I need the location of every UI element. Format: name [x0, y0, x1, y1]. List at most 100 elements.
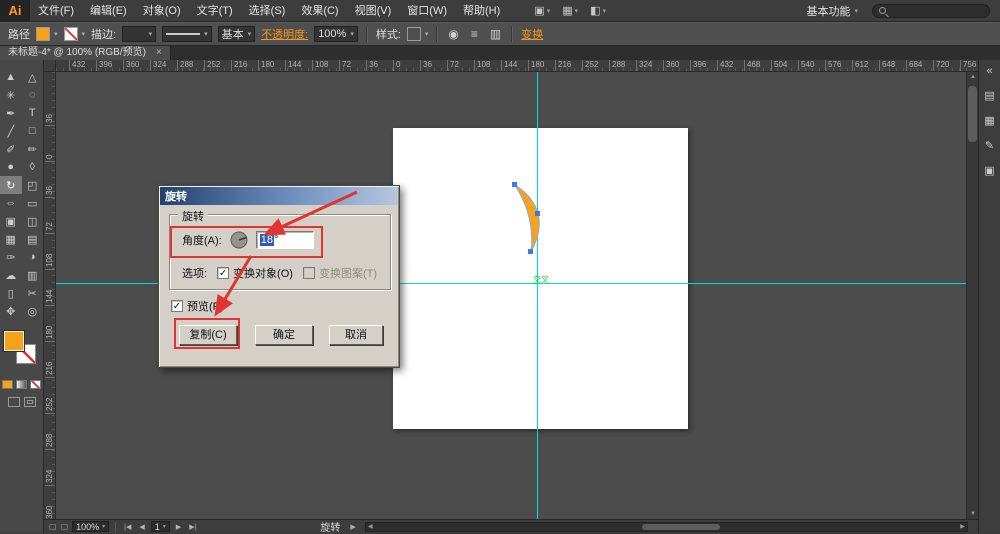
color-panel-icon[interactable]: ▤: [984, 90, 994, 102]
vertical-scroll-thumb[interactable]: [968, 86, 977, 142]
status-panel-icon-1[interactable]: ▢: [49, 522, 57, 531]
gradient-tool[interactable]: ▤: [22, 230, 44, 248]
transform-pattern-checkbox[interactable]: 变换图案(T): [303, 265, 377, 281]
screen-mode-icon[interactable]: ◧: [590, 4, 606, 17]
horizontal-scroll-thumb[interactable]: [642, 524, 720, 530]
menu-item[interactable]: 帮助(H): [455, 0, 508, 22]
draw-normal-button[interactable]: [8, 397, 20, 407]
gradient-mode-button[interactable]: [16, 380, 27, 389]
paintbrush-tool[interactable]: ✐: [0, 140, 22, 158]
checkbox-icon[interactable]: ✓: [217, 267, 229, 279]
perspective-grid-tool[interactable]: ◫: [22, 212, 44, 230]
angle-input[interactable]: 18 °: [256, 231, 314, 249]
layers-panel-icon[interactable]: ▣: [984, 165, 994, 177]
last-artboard-button[interactable]: ▶|: [187, 523, 198, 531]
preview-checkbox[interactable]: ✓ 预览(P): [171, 298, 224, 314]
stroke-width-field[interactable]: ▾: [122, 26, 156, 42]
pen-tool[interactable]: ✒: [0, 104, 22, 122]
close-tab-icon[interactable]: ×: [156, 48, 162, 58]
menu-item[interactable]: 窗口(W): [399, 0, 455, 22]
copy-button[interactable]: 复制(C): [179, 325, 237, 345]
eraser-tool[interactable]: ◊: [22, 158, 44, 176]
menu-item[interactable]: 效果(C): [293, 0, 346, 22]
symbol-sprayer-tool[interactable]: ☁: [0, 266, 22, 284]
blob-brush-tool[interactable]: ●: [0, 158, 22, 176]
opacity-label[interactable]: 不透明度:: [261, 26, 308, 42]
hand-tool[interactable]: ✥: [0, 302, 22, 320]
vertical-scrollbar[interactable]: ▲ ▼: [966, 72, 978, 519]
blend-tool[interactable]: ◑: [22, 248, 44, 266]
type-tool[interactable]: T: [22, 104, 44, 122]
selection-tool[interactable]: ▲: [0, 68, 22, 86]
scroll-left-icon[interactable]: ◀: [366, 523, 375, 531]
scroll-down-icon[interactable]: ▼: [967, 509, 978, 519]
zoom-field[interactable]: 100%▾: [72, 521, 109, 532]
fill-color-swatch[interactable]: [36, 27, 50, 41]
pencil-tool[interactable]: ✏: [22, 140, 44, 158]
slice-tool[interactable]: ✂: [22, 284, 44, 302]
mesh-tool[interactable]: ▦: [0, 230, 22, 248]
direct-selection-tool[interactable]: △: [22, 68, 44, 86]
brush-definition-select[interactable]: 基本▾: [218, 26, 256, 42]
free-transform-tool[interactable]: ▭: [22, 194, 44, 212]
swatches-panel-icon[interactable]: ▦: [984, 115, 994, 127]
checkbox-icon[interactable]: ✓: [171, 300, 183, 312]
anchor-point[interactable]: [512, 182, 517, 187]
stroke-color-swatch[interactable]: [64, 27, 78, 41]
brushes-panel-icon[interactable]: ✎: [985, 140, 994, 152]
expand-panels-icon[interactable]: «: [986, 65, 992, 77]
style-caret-icon[interactable]: ▾: [425, 30, 429, 38]
width-tool[interactable]: ⇔: [0, 194, 22, 212]
first-artboard-button[interactable]: |◀: [122, 523, 133, 531]
color-mode-button[interactable]: [2, 380, 13, 389]
menu-item[interactable]: 对象(O): [135, 0, 189, 22]
app-logo[interactable]: Ai: [0, 0, 30, 22]
rectangle-tool[interactable]: □: [22, 122, 44, 140]
panel-options-icon[interactable]: ▥: [488, 27, 503, 41]
style-swatch[interactable]: [407, 27, 421, 41]
menu-item[interactable]: 文件(F): [30, 0, 82, 22]
magic-wand-tool[interactable]: ✳: [0, 86, 22, 104]
scroll-right-icon[interactable]: ▶: [958, 523, 967, 531]
dialog-title-bar[interactable]: 旋转: [160, 187, 398, 205]
crescent-shape[interactable]: [504, 182, 550, 258]
transform-object-checkbox[interactable]: ✓ 变换对象(O): [217, 265, 293, 281]
opacity-field[interactable]: 100%▾: [314, 26, 358, 42]
scale-tool[interactable]: ◰: [22, 176, 44, 194]
anchor-point[interactable]: [535, 211, 540, 216]
scroll-up-icon[interactable]: ▲: [967, 72, 978, 82]
transform-link[interactable]: 变换: [521, 26, 543, 42]
cancel-button[interactable]: 取消: [329, 325, 383, 345]
status-panel-icon-2[interactable]: ▢: [61, 522, 69, 531]
recolor-artwork-icon[interactable]: ◉: [446, 27, 460, 41]
column-graph-tool[interactable]: ▥: [22, 266, 44, 284]
artboard-number-field[interactable]: 1▾: [151, 521, 170, 532]
stroke-caret-icon[interactable]: ▾: [82, 30, 86, 38]
crescent-path[interactable]: [514, 184, 539, 252]
next-artboard-button[interactable]: ▶: [174, 523, 183, 531]
menu-item[interactable]: 选择(S): [241, 0, 294, 22]
draw-inside-button[interactable]: [24, 397, 36, 407]
ok-button[interactable]: 确定: [255, 325, 313, 345]
horizontal-scrollbar[interactable]: ◀ ▶: [365, 522, 968, 532]
prev-artboard-button[interactable]: ◀: [137, 523, 146, 531]
status-flyout-icon[interactable]: ▶: [350, 523, 355, 531]
width-profile-select[interactable]: ▾: [162, 26, 212, 42]
search-box[interactable]: [872, 4, 990, 18]
rotate-tool[interactable]: ↻: [0, 176, 22, 194]
artboard-tool[interactable]: ▯: [0, 284, 22, 302]
lasso-tool[interactable]: ◌: [22, 86, 44, 104]
line-segment-tool[interactable]: ╱: [0, 122, 22, 140]
fill-proxy-swatch[interactable]: [4, 331, 24, 351]
menu-item[interactable]: 文字(T): [189, 0, 241, 22]
bridge-icon[interactable]: ▣: [534, 4, 550, 17]
arrange-documents-icon[interactable]: ▦: [562, 4, 578, 17]
anchor-point[interactable]: [528, 249, 533, 254]
workspace-switcher[interactable]: 基本功能: [806, 3, 858, 19]
zoom-tool[interactable]: ◎: [22, 302, 44, 320]
document-tab[interactable]: 未标题-4* @ 100% (RGB/预览) ×: [0, 46, 171, 60]
shape-builder-tool[interactable]: ▣: [0, 212, 22, 230]
align-panel-icon[interactable]: ≡: [469, 27, 480, 41]
ruler-corner[interactable]: [44, 60, 56, 72]
eyedropper-tool[interactable]: ✑: [0, 248, 22, 266]
